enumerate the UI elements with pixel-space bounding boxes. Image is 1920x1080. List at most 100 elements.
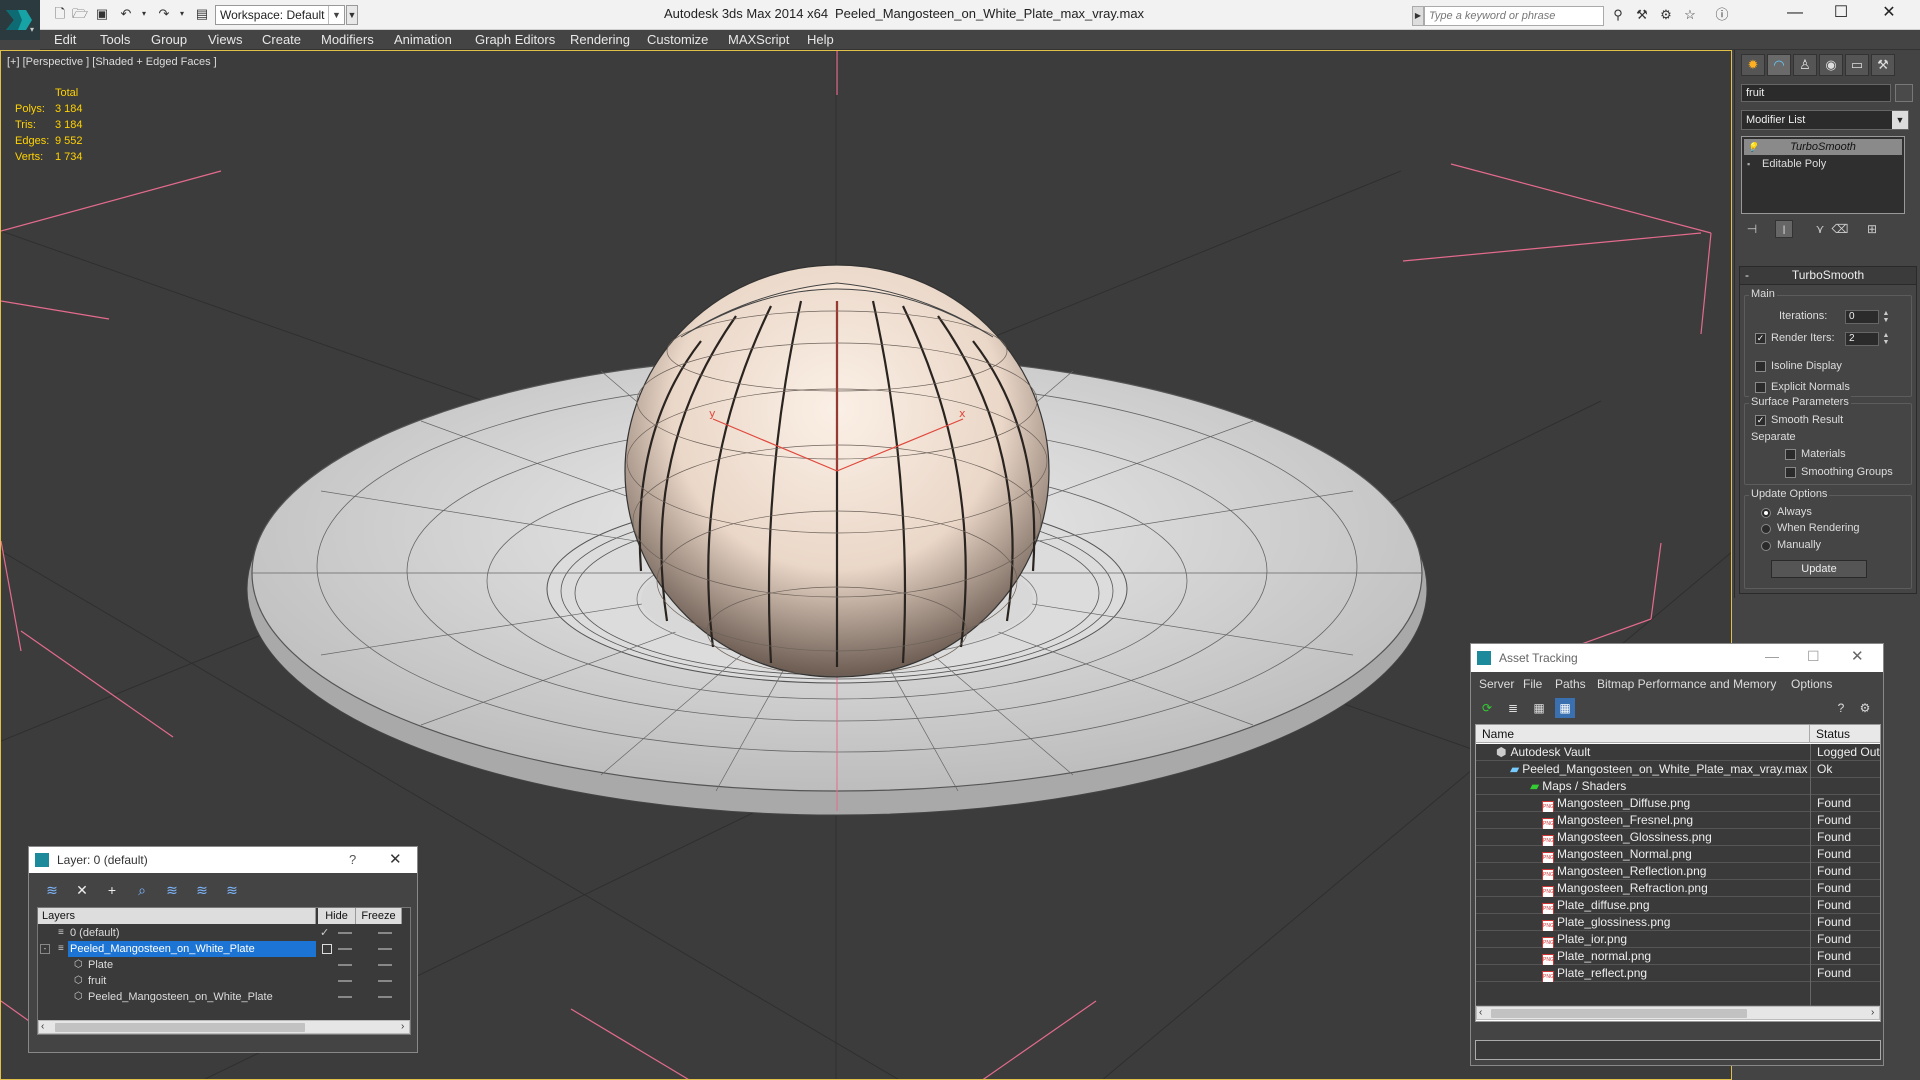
undo-dropdown-icon[interactable]: ▾ [136,6,152,22]
layer-row-group[interactable]: ⬡ Peeled_Mangosteen_on_White_Plate [38,989,410,1005]
hide-toggle[interactable] [338,964,352,966]
smoothing-groups-checkbox[interactable] [1785,467,1796,478]
iterations-spinner[interactable]: 0 [1845,310,1879,324]
remove-modifier-icon[interactable]: ⌫ [1831,220,1849,238]
menu-customize[interactable]: Customize [647,32,708,47]
thumbnail-view-icon[interactable]: ▦ [1529,698,1549,718]
render-iters-spinner[interactable]: 2 [1845,332,1879,346]
scroll-left-icon[interactable]: ‹ [1479,1007,1482,1018]
scroll-left-icon[interactable]: ‹ [41,1021,44,1032]
asset-menu-paths[interactable]: Paths [1555,677,1586,691]
asset-window-titlebar[interactable]: Asset Tracking — ☐ ✕ [1471,644,1883,672]
table-row[interactable]: PNG Mangosteen_Diffuse.png Found [1476,795,1880,813]
collapse-icon[interactable]: - [40,944,50,954]
when-rendering-radio[interactable] [1761,524,1771,534]
col-layers[interactable]: Layers [38,908,316,924]
redo-icon[interactable]: ↷ [156,6,172,22]
table-row[interactable]: PNG Mangosteen_Refraction.png Found [1476,880,1880,898]
scroll-right-icon[interactable]: › [1871,1007,1874,1018]
scrollbar-thumb[interactable] [55,1023,305,1032]
col-hide[interactable]: Hide [318,908,356,924]
select-objects-icon[interactable]: ⌕ [131,879,153,901]
asset-minimize-button[interactable]: — [1765,648,1779,664]
table-row[interactable]: PNG Plate_glossiness.png Found [1476,914,1880,932]
manually-radio[interactable] [1761,541,1771,551]
stack-item-editable-poly[interactable]: ▪ Editable Poly [1744,156,1902,172]
layer-row-plate[interactable]: ⬡ Plate [38,957,410,973]
render-iters-checkbox[interactable]: ✓ [1755,333,1766,344]
layer-close-button[interactable]: ✕ [389,850,402,868]
table-row[interactable]: ▰ Peeled_Mangosteen_on_White_Plate_max_vr… [1476,761,1880,778]
stack-item-turbosmooth[interactable]: 💡 TurboSmooth [1744,139,1902,155]
table-row[interactable]: PNG Mangosteen_Normal.png Found [1476,846,1880,864]
binoculars-icon[interactable]: ⚲ [1608,6,1628,24]
table-row[interactable]: PNG Mangosteen_Reflection.png Found [1476,863,1880,881]
subscription-icon[interactable]: ⚒ [1632,6,1652,24]
asset-menu-server[interactable]: Server [1479,677,1514,691]
materials-checkbox[interactable] [1785,449,1796,460]
menu-rendering[interactable]: Rendering [570,32,630,47]
table-row[interactable]: PNG Plate_reflect.png Found [1476,965,1880,983]
menu-views[interactable]: Views [208,32,242,47]
help-icon[interactable]: ⓘ [1712,6,1732,24]
freeze-toggle[interactable] [378,948,392,950]
object-name-field[interactable]: fruit [1741,84,1891,102]
new-layer-icon[interactable]: ≋ [41,879,63,901]
modify-tab-icon[interactable]: ◠ [1767,54,1791,76]
asset-menu-file[interactable]: File [1523,677,1542,691]
menu-tools[interactable]: Tools [100,32,130,47]
layer-horizontal-scrollbar[interactable]: ‹ › [38,1020,410,1034]
table-row[interactable]: PNG Plate_ior.png Found [1476,931,1880,949]
search-expand-icon[interactable]: ▶ [1412,6,1424,26]
menu-group[interactable]: Group [151,32,187,47]
scroll-right-icon[interactable]: › [401,1021,404,1032]
layer-row-peeled-mangosteen[interactable]: - ≡ Peeled_Mangosteen_on_White_Plate [38,941,410,957]
refresh-icon[interactable]: ⟳ [1477,698,1497,718]
configure-sets-icon[interactable]: ⊞ [1863,220,1881,238]
minimize-button[interactable]: — [1772,0,1818,26]
modifier-list-dropdown[interactable]: Modifier List ▼ [1741,110,1909,130]
table-view-icon[interactable]: ▦ [1555,698,1575,718]
col-status[interactable]: Status [1810,725,1880,743]
layer-window-titlebar[interactable]: Layer: 0 (default) ? ✕ [29,847,417,873]
scrollbar-thumb[interactable] [1491,1009,1747,1018]
col-name[interactable]: Name [1476,725,1810,743]
viewport-label[interactable]: [+] [Perspective ] [Shaded + Edged Faces… [7,56,217,68]
asset-help-icon[interactable]: ? [1831,698,1851,718]
rollout-header[interactable]: - TurboSmooth [1740,267,1916,285]
new-file-icon[interactable]: 🗋 [52,6,68,22]
hide-toggle[interactable] [338,932,352,934]
layer-row-fruit[interactable]: ⬡ fruit [38,973,410,989]
hide-all-icon[interactable]: ≋ [191,879,213,901]
layer-row-default[interactable]: ≡ 0 (default) ✓ [38,925,410,941]
add-to-layer-icon[interactable]: + [101,879,123,901]
hierarchy-tab-icon[interactable]: ♙ [1793,54,1817,76]
asset-maximize-button[interactable]: ☐ [1807,648,1820,665]
show-end-result-icon[interactable]: I [1775,220,1793,238]
save-icon[interactable]: ▣ [94,6,110,22]
isoline-display-checkbox[interactable] [1755,361,1766,372]
make-unique-icon[interactable]: ⋎ [1811,220,1829,238]
communication-center-icon[interactable]: ⚙ [1656,6,1676,24]
undo-icon[interactable]: ↶ [118,6,134,22]
table-row[interactable]: PNG Plate_normal.png Found [1476,948,1880,966]
freeze-toggle[interactable] [378,996,392,998]
hide-toggle[interactable] [338,980,352,982]
project-folder-icon[interactable]: ▤ [194,6,210,22]
asset-menu-options[interactable]: Options [1791,677,1832,691]
hide-toggle[interactable] [338,996,352,998]
table-row[interactable]: ▰ Maps / Shaders [1476,778,1880,795]
app-menu-button[interactable]: ▾ [0,0,40,40]
spinner-arrows-icon[interactable]: ▲ ▼ [1881,310,1891,324]
menu-graph-editors[interactable]: Graph Editors [475,32,555,47]
pin-stack-icon[interactable]: ⊣ [1743,220,1761,238]
list-view-icon[interactable]: ≣ [1503,698,1523,718]
close-button[interactable]: ✕ [1866,0,1912,26]
highlight-layer-icon[interactable]: ≋ [161,879,183,901]
asset-settings-icon[interactable]: ⚙ [1855,698,1875,718]
menu-create[interactable]: Create [262,32,301,47]
active-checkmark-icon[interactable]: ✓ [320,925,329,941]
create-tab-icon[interactable]: ✹ [1741,54,1765,76]
table-row[interactable]: ⬢ Autodesk Vault Logged Out [1476,744,1880,761]
workspace-select[interactable]: Workspace: Default ▼ [215,5,345,25]
